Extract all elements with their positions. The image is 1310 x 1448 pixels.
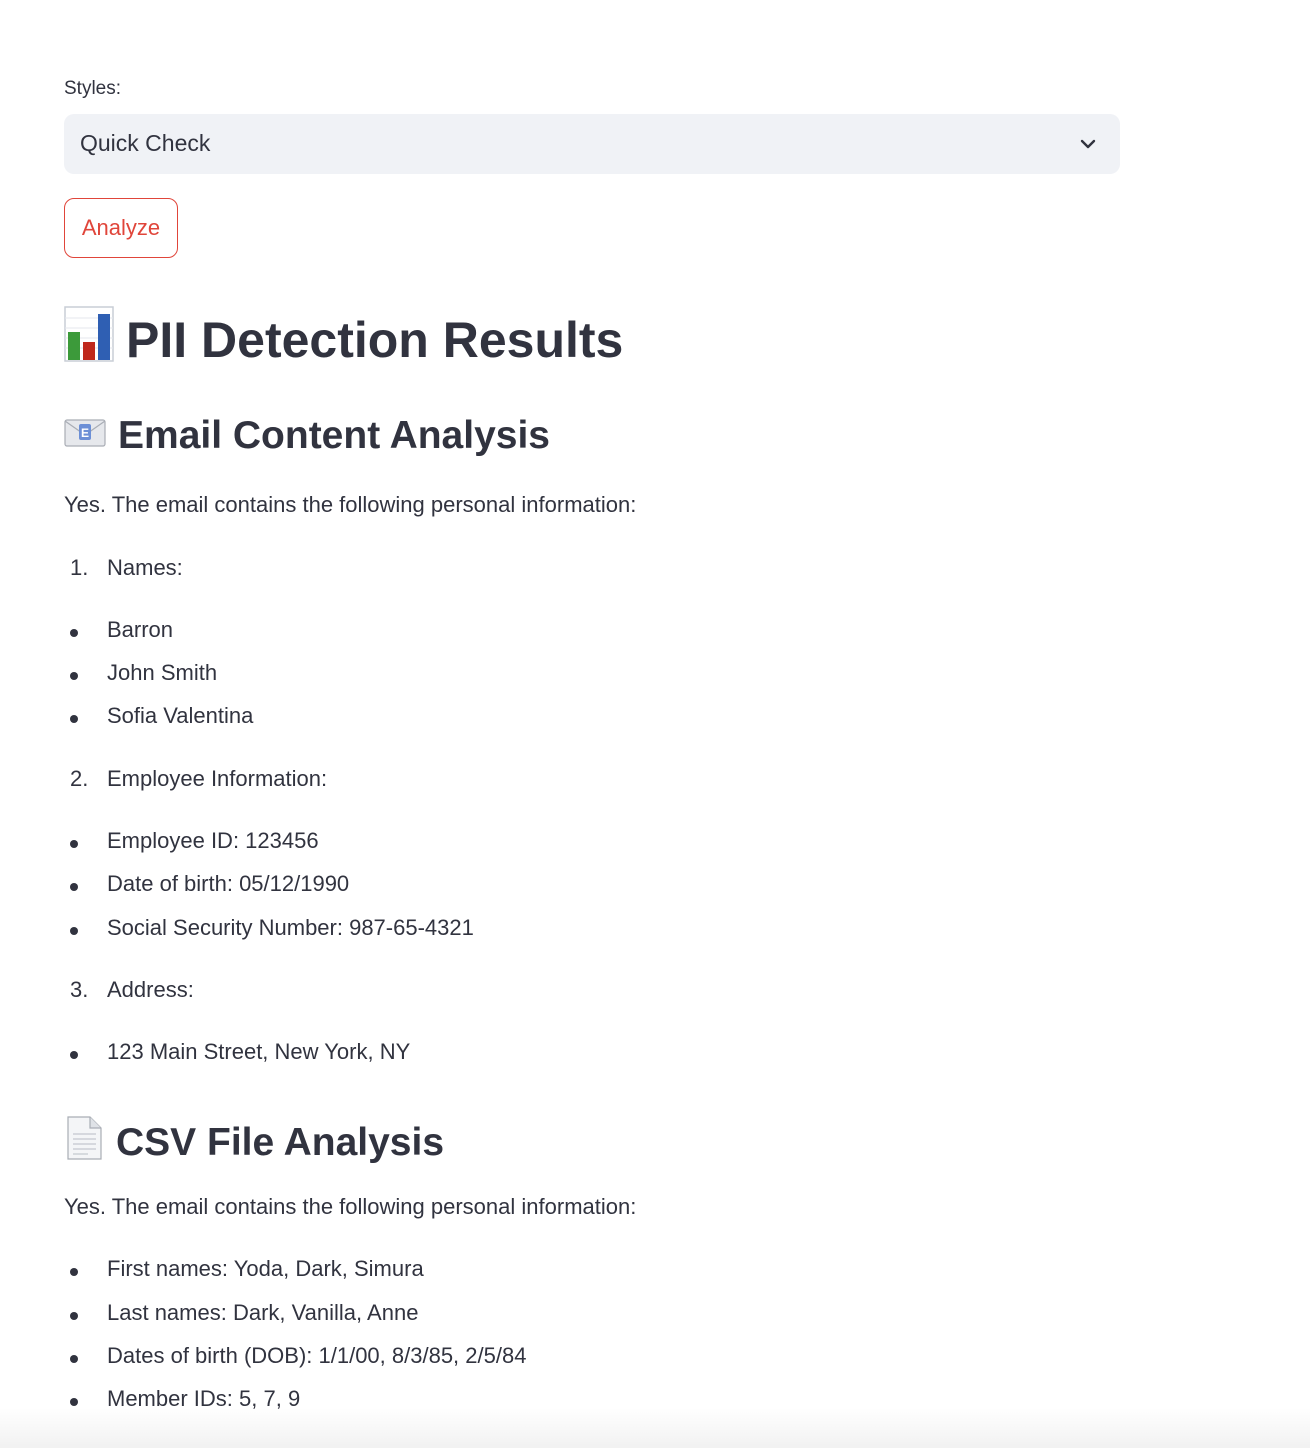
list-item-text: 123 Main Street, New York, NY <box>107 1039 411 1064</box>
group-label: Names: <box>107 555 183 580</box>
email-intro: Yes. The email contains the following pe… <box>64 492 637 517</box>
bullet <box>70 715 78 723</box>
bullet <box>70 1051 78 1059</box>
svg-text:E: E <box>81 426 89 440</box>
bullet <box>70 883 78 891</box>
envelope-icon: E <box>64 414 106 458</box>
bullet <box>70 672 78 680</box>
email-heading: E Email Content Analysis <box>64 414 550 458</box>
list-number: 3. <box>70 977 89 1002</box>
list-item-text: Employee ID: 123456 <box>107 828 319 853</box>
list-item-text: Social Security Number: 987-65-4321 <box>107 915 474 940</box>
analyze-button[interactable]: Analyze <box>64 198 178 258</box>
bullet <box>70 1355 78 1363</box>
csv-intro: Yes. The email contains the following pe… <box>64 1194 637 1219</box>
list-item-text: First names: Yoda, Dark, Simura <box>107 1256 424 1281</box>
list-item-text: Last names: Dark, Vanilla, Anne <box>107 1300 419 1325</box>
list-number: 1. <box>70 555 89 580</box>
document-icon <box>64 1116 104 1170</box>
results-heading: PII Detection Results <box>64 306 623 374</box>
csv-section-title: CSV File Analysis <box>116 1121 445 1164</box>
bar-chart-icon <box>64 306 114 374</box>
group-label: Employee Information: <box>107 766 328 791</box>
list-number: 2. <box>70 766 89 791</box>
group-label: Address: <box>107 977 194 1002</box>
bullet <box>70 840 78 848</box>
csv-heading: CSV File Analysis <box>64 1116 444 1170</box>
bullet <box>70 1268 78 1276</box>
styles-label: Styles: <box>64 78 122 99</box>
list-item-text: John Smith <box>107 660 218 685</box>
list-item-text: Sofia Valentina <box>107 703 254 728</box>
chevron-down-icon <box>1080 139 1096 149</box>
email-section-title: Email Content Analysis <box>118 414 550 457</box>
scroll-fade <box>0 1408 1310 1448</box>
bullet <box>70 1398 78 1406</box>
results-title: PII Detection Results <box>126 312 624 368</box>
bullet <box>70 927 78 935</box>
list-item-text: Date of birth: 05/12/1990 <box>107 871 350 896</box>
bullet <box>70 1312 78 1320</box>
styles-select-value: Quick Check <box>80 130 211 156</box>
bullet <box>70 629 78 637</box>
list-item-text: Barron <box>107 617 174 642</box>
list-item-text: Dates of birth (DOB): 1/1/00, 8/3/85, 2/… <box>107 1343 527 1368</box>
styles-select[interactable]: Quick Check <box>64 114 1120 174</box>
